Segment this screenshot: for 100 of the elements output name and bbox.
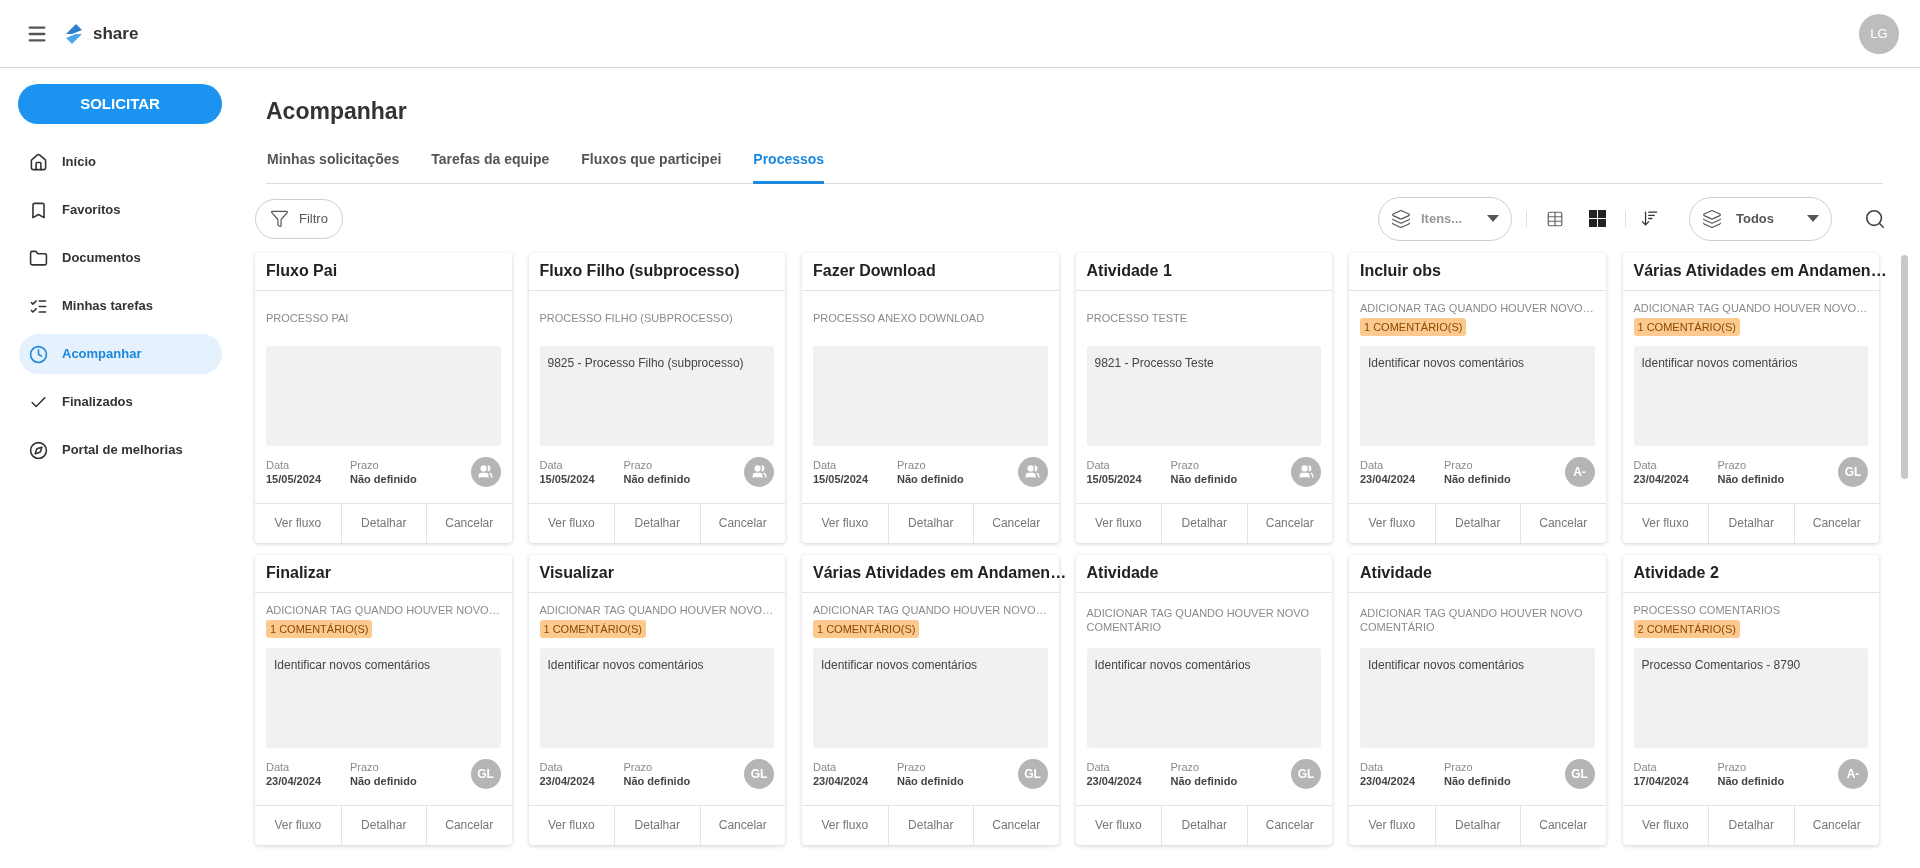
card-action-button[interactable]: Ver fluxo [1622, 503, 1708, 543]
card-action-button[interactable]: Cancelar [973, 503, 1059, 543]
card-action-button[interactable]: Cancelar [1520, 805, 1606, 845]
card-action-button[interactable]: Ver fluxo [528, 805, 614, 845]
view-toggle[interactable] [1587, 208, 1607, 229]
card-action-button[interactable]: Cancelar [1793, 805, 1879, 845]
deadline-value: Não definido [897, 773, 965, 788]
card-action-button[interactable]: Detalhar [1161, 805, 1247, 845]
deadline-value: Não definido [1444, 773, 1512, 788]
date-label: Data [1086, 759, 1111, 774]
description-text: 9825 - Processo Filho (subprocesso) [547, 355, 744, 370]
user-avatar: GL [470, 758, 501, 789]
user-avatar: GL [1838, 456, 1868, 487]
comment-count-tag: 1 COMENTÁRIO(S) [1633, 317, 1740, 336]
folder-icon [29, 248, 48, 268]
date-value: 23/04/2024 [1360, 471, 1417, 486]
group-icon [1025, 464, 1040, 479]
description-text: Identificar novos comentários [547, 657, 704, 672]
sidebar-item[interactable]: Portal de melhorias [19, 430, 222, 470]
card-action-button[interactable]: Detalhar [887, 503, 973, 543]
card-title: Fluxo Filho (subprocesso) [539, 261, 740, 281]
card-action-button[interactable]: Cancelar [1793, 503, 1879, 543]
card-action-button[interactable]: Cancelar [1246, 805, 1332, 845]
comment-count-tag: 1 COMENTÁRIO(S) [1360, 317, 1467, 336]
card-action-button[interactable]: Detalhar [1161, 503, 1247, 543]
sidebar-item[interactable]: Início [19, 142, 222, 182]
request-button[interactable]: SOLICITAR [18, 84, 222, 124]
filter-icon [270, 209, 289, 228]
card-action-button[interactable]: Detalhar [887, 805, 973, 845]
card-action-button[interactable]: Cancelar [426, 805, 512, 845]
tab[interactable]: Fluxos que participei [581, 146, 722, 184]
description-text: Identificar novos comentários [1641, 355, 1798, 370]
card-subtitle: ADICIONAR TAG QUANDO HOUVER NOVO… [1360, 300, 1594, 315]
tab[interactable]: Minhas solicitações [267, 146, 400, 184]
card-action-button[interactable]: Ver fluxo [528, 503, 614, 543]
date-value: 15/05/2024 [539, 471, 596, 486]
search-icon[interactable] [1864, 207, 1886, 230]
scrollbar[interactable] [1901, 254, 1908, 479]
card-action-button[interactable]: Cancelar [973, 805, 1059, 845]
card-action-button[interactable]: Ver fluxo [802, 805, 888, 845]
card-title: Atividade 2 [1633, 563, 1719, 583]
deadline-value: Não definido [897, 471, 965, 486]
date-label: Data [1086, 457, 1111, 472]
card-action-button[interactable]: Detalhar [1434, 503, 1520, 543]
card-action-button[interactable]: Ver fluxo [802, 503, 888, 543]
sidebar-item[interactable]: Documentos [19, 238, 222, 278]
card-action-button[interactable]: Detalhar [1708, 503, 1794, 543]
card-subtitle: ADICIONAR TAG QUANDO HOUVER NOVO… [813, 602, 1047, 617]
card-action-button[interactable]: Ver fluxo [1075, 503, 1161, 543]
card-action-button[interactable]: Detalhar [614, 503, 700, 543]
card-action-button[interactable]: Cancelar [426, 503, 512, 543]
card-subtitle: PROCESSO COMENTARIOS [1633, 602, 1780, 617]
sidebar-item[interactable]: Favoritos [19, 190, 222, 230]
card-subtitle: PROCESSO TESTE [1086, 311, 1188, 325]
date-label: Data [266, 759, 291, 774]
date-value: 15/05/2024 [266, 471, 323, 486]
card-action-button[interactable]: Detalhar [340, 503, 426, 543]
description-text: 9821 - Processo Teste [1094, 355, 1214, 370]
description-text: Identificar novos comentários [821, 657, 978, 672]
sidebar-item[interactable]: Minhas tarefas [19, 286, 222, 326]
card-action-button[interactable]: Cancelar [699, 503, 785, 543]
card-action-button[interactable]: Detalhar [340, 805, 426, 845]
sort-icon[interactable] [1640, 209, 1659, 228]
card-action-button[interactable]: Cancelar [1246, 503, 1332, 543]
card-action-button[interactable]: Cancelar [1520, 503, 1606, 543]
deadline-label: Prazo [350, 759, 380, 774]
card-action-button[interactable]: Detalhar [1434, 805, 1520, 845]
card-title: Atividade [1360, 563, 1432, 583]
date-label: Data [813, 759, 838, 774]
deadline-label: Prazo [897, 457, 927, 472]
card-action-button[interactable]: Detalhar [1708, 805, 1794, 845]
caret-icon [1487, 215, 1499, 222]
card-action-button[interactable]: Ver fluxo [255, 805, 341, 845]
page-title: Acompanhar [265, 97, 408, 126]
description-text: Identificar novos comentários [1368, 657, 1525, 672]
card-action-button[interactable]: Ver fluxo [1075, 805, 1161, 845]
deadline-value: Não definido [623, 773, 692, 788]
sidebar-item[interactable]: Acompanhar [19, 334, 222, 374]
deadline-label: Prazo [1444, 457, 1474, 472]
grid-view-icon [1588, 210, 1606, 227]
date-value: 23/04/2024 [813, 773, 870, 788]
comment-count-tag: 1 COMENTÁRIO(S) [266, 619, 373, 638]
date-label: Data [1633, 759, 1658, 774]
card-action-button[interactable]: Ver fluxo [255, 503, 341, 543]
tab[interactable]: Tarefas da equipe [431, 146, 550, 184]
card-subtitle: ADICIONAR TAG QUANDO HOUVER NOVO COMENTÁRIO [1086, 606, 1311, 634]
card-action-button[interactable]: Cancelar [699, 805, 785, 845]
card-subtitle: ADICIONAR TAG QUANDO HOUVER NOVO… [539, 602, 774, 617]
home-icon [29, 152, 48, 172]
card-action-button[interactable]: Ver fluxo [1349, 805, 1435, 845]
sidebar-item[interactable]: Finalizados [19, 382, 222, 422]
tab[interactable]: Processos [753, 146, 825, 184]
group-icon [1298, 464, 1314, 479]
deadline-value: Não definido [1444, 471, 1512, 486]
card-title: Atividade 1 [1086, 261, 1172, 281]
card-action-button[interactable]: Ver fluxo [1622, 805, 1708, 845]
deadline-value: Não definido [1170, 773, 1239, 788]
card-action-button[interactable]: Ver fluxo [1349, 503, 1435, 543]
card-action-button[interactable]: Detalhar [614, 805, 700, 845]
card-title: Fazer Download [813, 261, 936, 281]
